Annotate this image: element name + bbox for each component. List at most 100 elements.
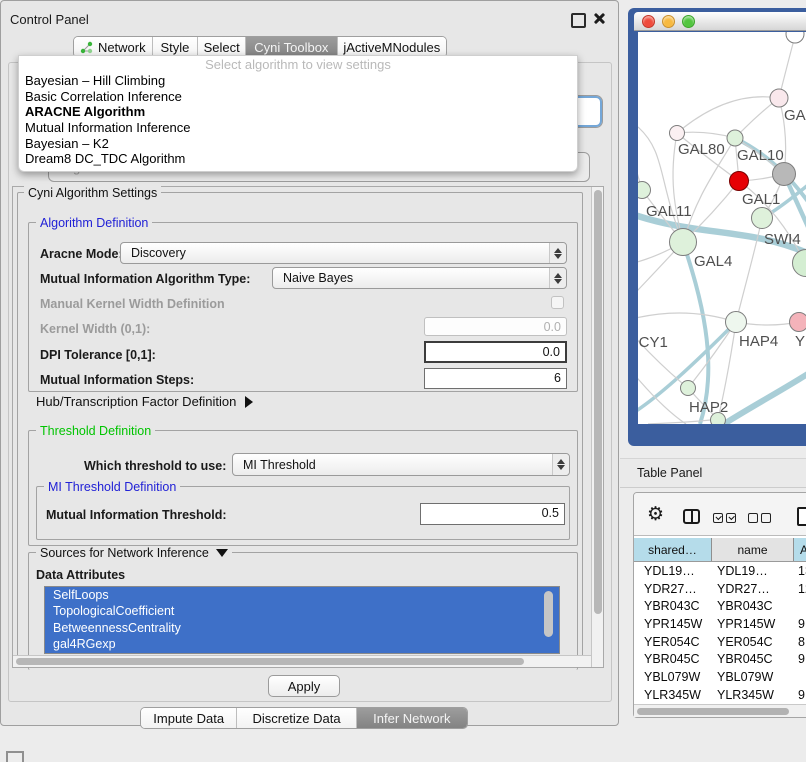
table-cell: YER054C (634, 635, 712, 649)
network-edge[interactable] (638, 128, 642, 190)
deselect-all-icon[interactable] (748, 513, 774, 523)
close-window-icon[interactable] (592, 12, 605, 25)
table-cell: YBL079W (712, 670, 794, 684)
table-cell: 13 (794, 564, 806, 578)
network-node[interactable] (670, 229, 697, 256)
aracne-mode-combobox[interactable]: Discovery (120, 242, 567, 264)
column-header-partial[interactable]: A (794, 538, 806, 561)
chevron-updown-icon (549, 243, 566, 263)
table-cell: YBR045C (634, 652, 712, 666)
mi-type-combobox[interactable]: Naive Bayes (272, 267, 567, 289)
algorithm-definition-title: Algorithm Definition (36, 216, 152, 230)
scrollbar-thumb[interactable] (637, 708, 789, 715)
network-node[interactable] (770, 89, 788, 107)
network-window-titlebar[interactable] (634, 12, 806, 31)
network-edge[interactable] (688, 322, 736, 388)
table-row[interactable]: YDL19…YDL19…13 (634, 562, 806, 580)
settings-vertical-scrollbar[interactable] (591, 187, 603, 667)
network-edge[interactable] (724, 370, 806, 424)
table-row[interactable]: YLR345WYLR345W9. (634, 686, 806, 704)
manual-kernel-checkbox[interactable] (551, 296, 564, 309)
gear-icon[interactable]: ⚙ (647, 505, 664, 524)
list-item[interactable]: BetweennessCentrality (45, 620, 559, 636)
close-traffic-light-icon[interactable] (642, 15, 655, 28)
network-edge[interactable] (677, 132, 735, 138)
network-node[interactable] (752, 208, 773, 229)
network-node[interactable] (681, 381, 696, 396)
network-node[interactable] (793, 250, 806, 277)
network-edge[interactable] (638, 322, 688, 388)
data-attributes-list[interactable]: SelfLoops TopologicalCoefficient Between… (44, 586, 560, 654)
hub-definition-expander[interactable]: Hub/Transcription Factor Definition (36, 394, 253, 409)
mi-threshold-group-title: MI Threshold Definition (44, 480, 180, 494)
collapsed-panel-icon[interactable] (6, 751, 24, 762)
minimize-traffic-light-icon[interactable] (662, 15, 675, 28)
select-all-icon[interactable] (713, 513, 739, 523)
dropdown-item[interactable]: Basic Correlation Inference (19, 89, 577, 105)
dropdown-item[interactable]: Mutual Information Inference (19, 120, 577, 136)
table-cell: YDL19… (634, 564, 712, 578)
float-window-icon[interactable] (571, 13, 586, 28)
table-row[interactable]: YBR045CYBR045C9. (634, 650, 806, 668)
network-node[interactable] (773, 163, 796, 186)
tab-jactivemnodules[interactable]: jActiveMNodules (338, 37, 446, 57)
network-node[interactable] (786, 32, 804, 43)
network-node[interactable] (730, 172, 749, 191)
table-row[interactable]: YBR043CYBR043C (634, 597, 806, 615)
list-scrollbar-thumb[interactable] (544, 591, 553, 637)
node-label: HAP4 (739, 333, 778, 350)
zoom-traffic-light-icon[interactable] (682, 15, 695, 28)
table-row[interactable]: YER054CYER054C8. (634, 633, 806, 651)
node-label: GAL1 (742, 191, 780, 208)
network-node[interactable] (670, 126, 685, 141)
table-row[interactable]: YPR145WYPR145W9. (634, 615, 806, 633)
tab-discretize-data[interactable]: Discretize Data (237, 708, 356, 728)
split-view-icon[interactable] (683, 509, 700, 524)
table-header: shared… name A (634, 538, 806, 562)
list-item[interactable]: TopologicalCoefficient (45, 603, 559, 619)
table-horizontal-scrollbar[interactable] (634, 704, 806, 717)
network-edge[interactable] (638, 313, 736, 322)
network-node[interactable] (727, 130, 743, 146)
network-edge[interactable] (677, 97, 779, 133)
network-canvas[interactable]: GAL7GAL80GAL10GAL1GAL11SWI4GAL4HAP4YGCY1… (638, 32, 806, 424)
list-item[interactable]: SelfLoops (45, 587, 559, 603)
dropdown-item[interactable]: Bayesian – K2 (19, 136, 577, 152)
column-header-shared-name[interactable]: shared… (634, 538, 712, 561)
table-cell: YDL19… (712, 564, 794, 578)
settings-horizontal-scrollbar[interactable] (13, 655, 591, 667)
new-table-icon[interactable] (797, 507, 806, 526)
kernel-width-field[interactable]: 0.0 (424, 317, 567, 336)
dropdown-item[interactable]: Dream8 DC_TDC Algorithm (19, 151, 577, 167)
network-node[interactable] (638, 182, 651, 199)
mi-steps-field[interactable]: 6 (424, 368, 567, 389)
which-threshold-combobox[interactable]: MI Threshold (232, 453, 570, 476)
dropdown-item-selected[interactable]: ARACNE Algorithm (19, 104, 577, 120)
network-edge[interactable] (779, 36, 795, 98)
list-item[interactable]: gal4RGexp (45, 636, 559, 652)
tab-impute-data[interactable]: Impute Data (141, 708, 237, 728)
scrollbar-thumb[interactable] (594, 190, 602, 614)
apply-button[interactable]: Apply (268, 675, 340, 697)
network-node[interactable] (790, 313, 806, 332)
network-node[interactable] (726, 312, 747, 333)
tab-cyni-toolbox[interactable]: Cyni Toolbox (246, 37, 338, 57)
network-node[interactable] (711, 413, 726, 425)
tab-infer-network[interactable]: Infer Network (357, 708, 467, 728)
dpi-tolerance-field[interactable]: 0.0 (424, 341, 567, 363)
column-header-name[interactable]: name (712, 538, 794, 561)
data-attributes-label: Data Attributes (36, 568, 125, 582)
tab-style[interactable]: Style (153, 37, 199, 57)
tab-network[interactable]: Network (74, 37, 153, 57)
mi-threshold-field[interactable]: 0.5 (420, 503, 565, 525)
tab-select[interactable]: Select (198, 37, 246, 57)
dropdown-item[interactable]: Bayesian – Hill Climbing (19, 73, 577, 89)
table-cell: YPR145W (634, 617, 712, 631)
table-row[interactable]: YDR27…YDR27…12 (634, 580, 806, 598)
chevron-updown-icon (552, 454, 569, 475)
dpi-tolerance-label: DPI Tolerance [0,1]: (40, 348, 156, 362)
aracne-mode-value: Discovery (121, 246, 549, 260)
scrollbar-thumb[interactable] (16, 658, 524, 665)
table-row[interactable]: YBL079WYBL079W (634, 668, 806, 686)
table-cell: 9. (794, 617, 806, 631)
